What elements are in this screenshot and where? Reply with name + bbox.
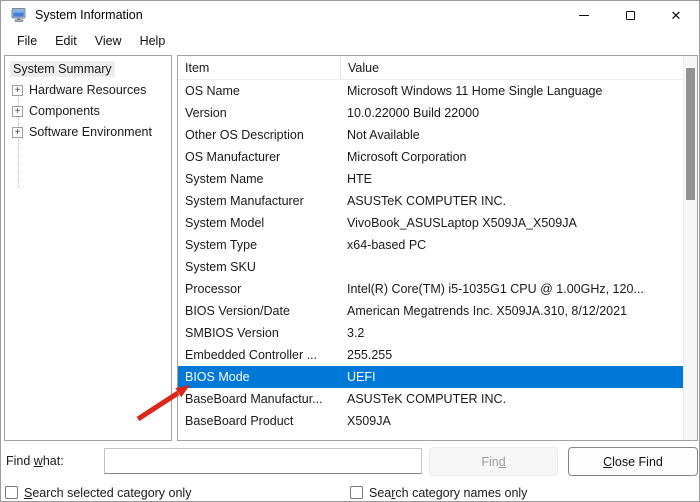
value-cell: Intel(R) Core(TM) i5-1035G1 CPU @ 1.00GH… — [347, 282, 644, 296]
maximize-icon — [625, 10, 635, 20]
value-cell: HTE — [347, 172, 372, 186]
item-cell: System Type — [185, 238, 258, 252]
titlebar: System Information ✕ — [1, 1, 699, 29]
item-cell: BIOS Version/Date — [185, 304, 290, 318]
tree-item[interactable]: + Software Environment — [5, 122, 171, 143]
table-row[interactable]: OS Name Microsoft Windows 11 Home Single… — [178, 80, 683, 102]
value-cell: x64-based PC — [347, 238, 427, 252]
table-row[interactable]: System Type x64-based PC — [178, 234, 683, 256]
table-row[interactable]: System Name HTE — [178, 168, 683, 190]
item-cell: Processor — [185, 282, 242, 296]
tree-item-label: Components — [29, 104, 100, 118]
system-summary-table: Item Value OS Name Microsoft Windows 11 … — [177, 55, 698, 441]
value-cell: UEFI — [347, 370, 376, 384]
value-cell: 255.255 — [347, 348, 393, 362]
find-button[interactable]: Find — [429, 447, 558, 476]
table-header: Item Value — [178, 56, 683, 80]
value-cell — [340, 256, 683, 278]
tree-item[interactable]: + System Summary — [5, 59, 171, 80]
close-find-button[interactable]: Close Find — [568, 447, 698, 476]
menu-item[interactable]: Edit — [47, 32, 85, 50]
scrollbar-thumb[interactable] — [686, 68, 695, 200]
tree-item-label: Hardware Resources — [29, 83, 147, 97]
maximize-button[interactable] — [607, 1, 653, 29]
table-row[interactable]: BIOS Version/Date American Megatrends In… — [178, 300, 683, 322]
table-row[interactable]: System SKU — [178, 256, 683, 278]
expand-plus-icon[interactable]: + — [12, 127, 23, 138]
item-cell: System Manufacturer — [185, 194, 304, 208]
table-row[interactable]: Embedded Controller ... 255.255 — [178, 344, 683, 366]
find-input[interactable] — [104, 448, 422, 474]
item-cell: OS Manufacturer — [185, 150, 281, 164]
window-controls: ✕ — [561, 1, 699, 29]
menu-item[interactable]: File — [9, 32, 45, 50]
minimize-icon — [579, 14, 589, 16]
table-row[interactable]: BaseBoard Product X509JA — [178, 410, 683, 432]
tree-item-label: System Summary — [10, 61, 115, 77]
item-cell: System SKU — [185, 260, 256, 274]
table-row[interactable]: Other OS Description Not Available — [178, 124, 683, 146]
value-cell: VivoBook_ASUSLaptop X509JA_X509JA — [347, 216, 577, 230]
item-cell: Version — [185, 106, 227, 120]
table-row[interactable]: Processor Intel(R) Core(TM) i5-1035G1 CP… — [178, 278, 683, 300]
item-cell: System Model — [185, 216, 265, 230]
item-cell: BaseBoard Manufactur... — [185, 392, 323, 406]
table-row[interactable]: SMBIOS Version 3.2 — [178, 322, 683, 344]
system-information-window: System Information ✕ FileEditViewHelp + … — [0, 0, 700, 502]
item-cell: BaseBoard Product — [185, 414, 294, 428]
menu-bar: File Edit View Help — [1, 29, 699, 53]
search-selected-category-option: Search selected category only — [5, 484, 191, 501]
table-row[interactable]: Version 10.0.22000 Build 22000 — [178, 102, 683, 124]
expand-plus-icon[interactable]: + — [12, 106, 23, 117]
tree-item[interactable]: + Components — [5, 101, 171, 122]
search-category-names-label: Search category names only — [369, 485, 528, 500]
menu-item[interactable]: Help — [132, 32, 174, 50]
table-row[interactable]: BIOS Mode UEFI — [178, 366, 683, 388]
minimize-button[interactable] — [561, 1, 607, 29]
find-what-label: Find what: — [6, 454, 64, 468]
search-category-names-option: Search category names only — [350, 484, 527, 501]
table-row[interactable]: OS Manufacturer Microsoft Corporation — [178, 146, 683, 168]
table-row[interactable]: System Manufacturer ASUSTeK COMPUTER INC… — [178, 190, 683, 212]
search-category-names-checkbox[interactable] — [350, 486, 363, 499]
value-cell: American Megatrends Inc. X509JA.310, 8/1… — [347, 304, 628, 318]
column-header-value[interactable]: Value — [340, 56, 683, 79]
vertical-scrollbar[interactable] — [683, 56, 697, 440]
table-row[interactable]: BaseBoard Manufactur... ASUSTeK COMPUTER… — [178, 388, 683, 410]
search-selected-category-checkbox[interactable] — [5, 486, 18, 499]
value-cell: 10.0.22000 Build 22000 — [347, 106, 480, 120]
close-icon: ✕ — [670, 7, 682, 23]
search-selected-category-label: Search selected category only — [24, 485, 192, 500]
item-cell: SMBIOS Version — [185, 326, 279, 340]
close-button[interactable]: ✕ — [653, 1, 699, 29]
expand-plus-icon[interactable]: + — [12, 85, 23, 96]
tree-item-label: Software Environment — [29, 125, 152, 139]
value-cell: Microsoft Corporation — [347, 150, 467, 164]
item-cell: Embedded Controller ... — [185, 348, 318, 362]
value-cell: X509JA — [347, 414, 391, 428]
tree-item[interactable]: + Hardware Resources — [5, 80, 171, 101]
value-cell: ASUSTeK COMPUTER INC. — [347, 392, 507, 406]
item-cell: Other OS Description — [185, 128, 304, 142]
item-cell: System Name — [185, 172, 264, 186]
column-header-item[interactable]: Item — [178, 56, 340, 79]
value-cell: ASUSTeK COMPUTER INC. — [347, 194, 507, 208]
menu-item[interactable]: View — [87, 32, 130, 50]
window-title: System Information — [35, 8, 143, 22]
category-tree: + System Summary + Hardware Resources + … — [4, 55, 172, 441]
table-row[interactable]: System Model VivoBook_ASUSLaptop X509JA_… — [178, 212, 683, 234]
app-icon — [11, 8, 26, 22]
item-cell: OS Name — [185, 84, 240, 98]
value-cell: Microsoft Windows 11 Home Single Languag… — [347, 84, 603, 98]
value-cell: Not Available — [347, 128, 420, 142]
value-cell: 3.2 — [347, 326, 365, 340]
item-cell: BIOS Mode — [185, 370, 250, 384]
